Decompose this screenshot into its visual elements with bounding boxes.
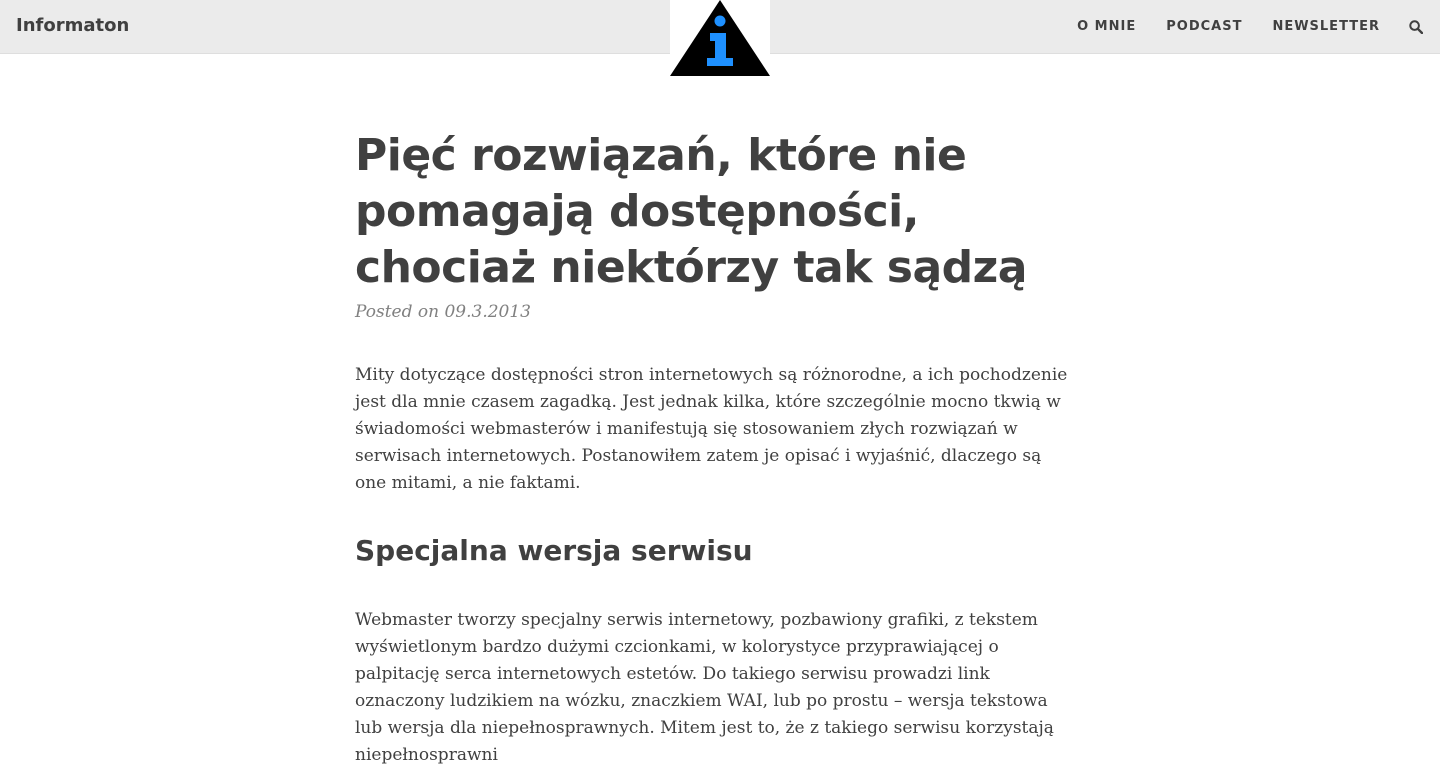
info-triangle-logo-icon bbox=[670, 0, 770, 76]
main-nav: O MNIE PODCAST NEWSLETTER bbox=[1077, 0, 1440, 53]
article-intro-paragraph: Mity dotyczące dostępności stron interne… bbox=[355, 365, 1068, 493]
search-button[interactable] bbox=[1408, 19, 1424, 35]
section-heading: Specjalna wersja serwisu bbox=[355, 534, 753, 567]
post-meta: Posted on 09.3.2013 bbox=[355, 302, 531, 322]
top-navigation-bar: Informaton O MNIE PODCAST NEWSLETTER bbox=[0, 0, 1440, 76]
nav-item-newsletter[interactable]: NEWSLETTER bbox=[1272, 19, 1380, 34]
site-logo[interactable] bbox=[670, 0, 770, 76]
article: Pięć rozwiązań, które nie pomagają dostę… bbox=[355, 128, 1075, 769]
article-title: Pięć rozwiązań, które nie pomagają dostę… bbox=[355, 130, 1027, 293]
nav-item-podcast[interactable]: PODCAST bbox=[1166, 19, 1242, 34]
section-paragraph: Webmaster tworzy specjalny serwis intern… bbox=[355, 610, 1054, 765]
nav-item-o-mnie[interactable]: O MNIE bbox=[1077, 19, 1136, 34]
search-icon bbox=[1409, 19, 1423, 34]
site-brand-link[interactable]: Informaton bbox=[16, 15, 129, 36]
